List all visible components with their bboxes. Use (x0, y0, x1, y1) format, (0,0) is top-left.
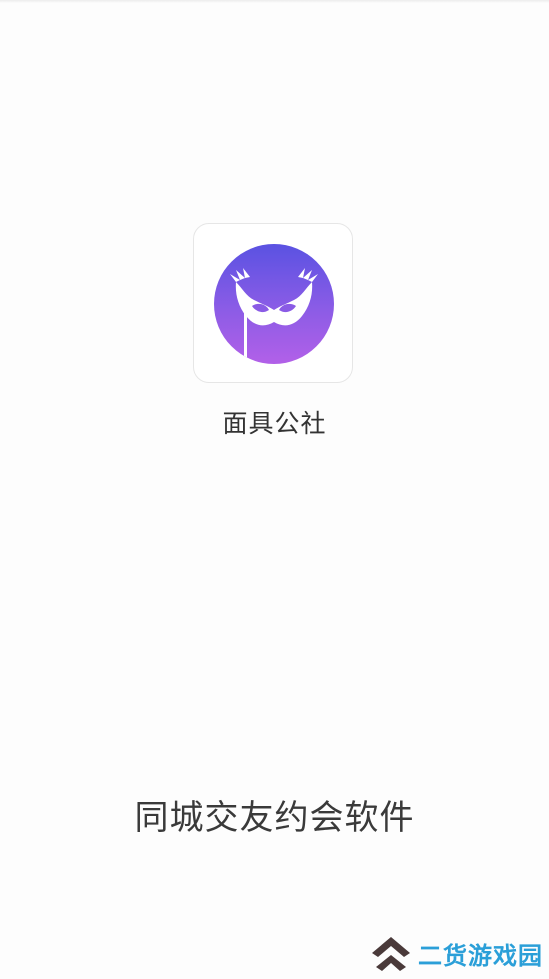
mask-icon (230, 268, 318, 362)
splash-screen: 面具公社 同城交友约会软件 二货游戏园 (0, 0, 549, 979)
status-bar-edge (0, 0, 549, 3)
slogan: 同城交友约会软件 (134, 798, 415, 838)
app-icon-background (214, 244, 334, 364)
double-chevron-up-icon (372, 937, 410, 971)
watermark: 二货游戏园 (368, 933, 543, 973)
app-icon (193, 223, 353, 383)
watermark-text: 二货游戏园 (418, 941, 543, 970)
app-name: 面具公社 (222, 409, 327, 438)
